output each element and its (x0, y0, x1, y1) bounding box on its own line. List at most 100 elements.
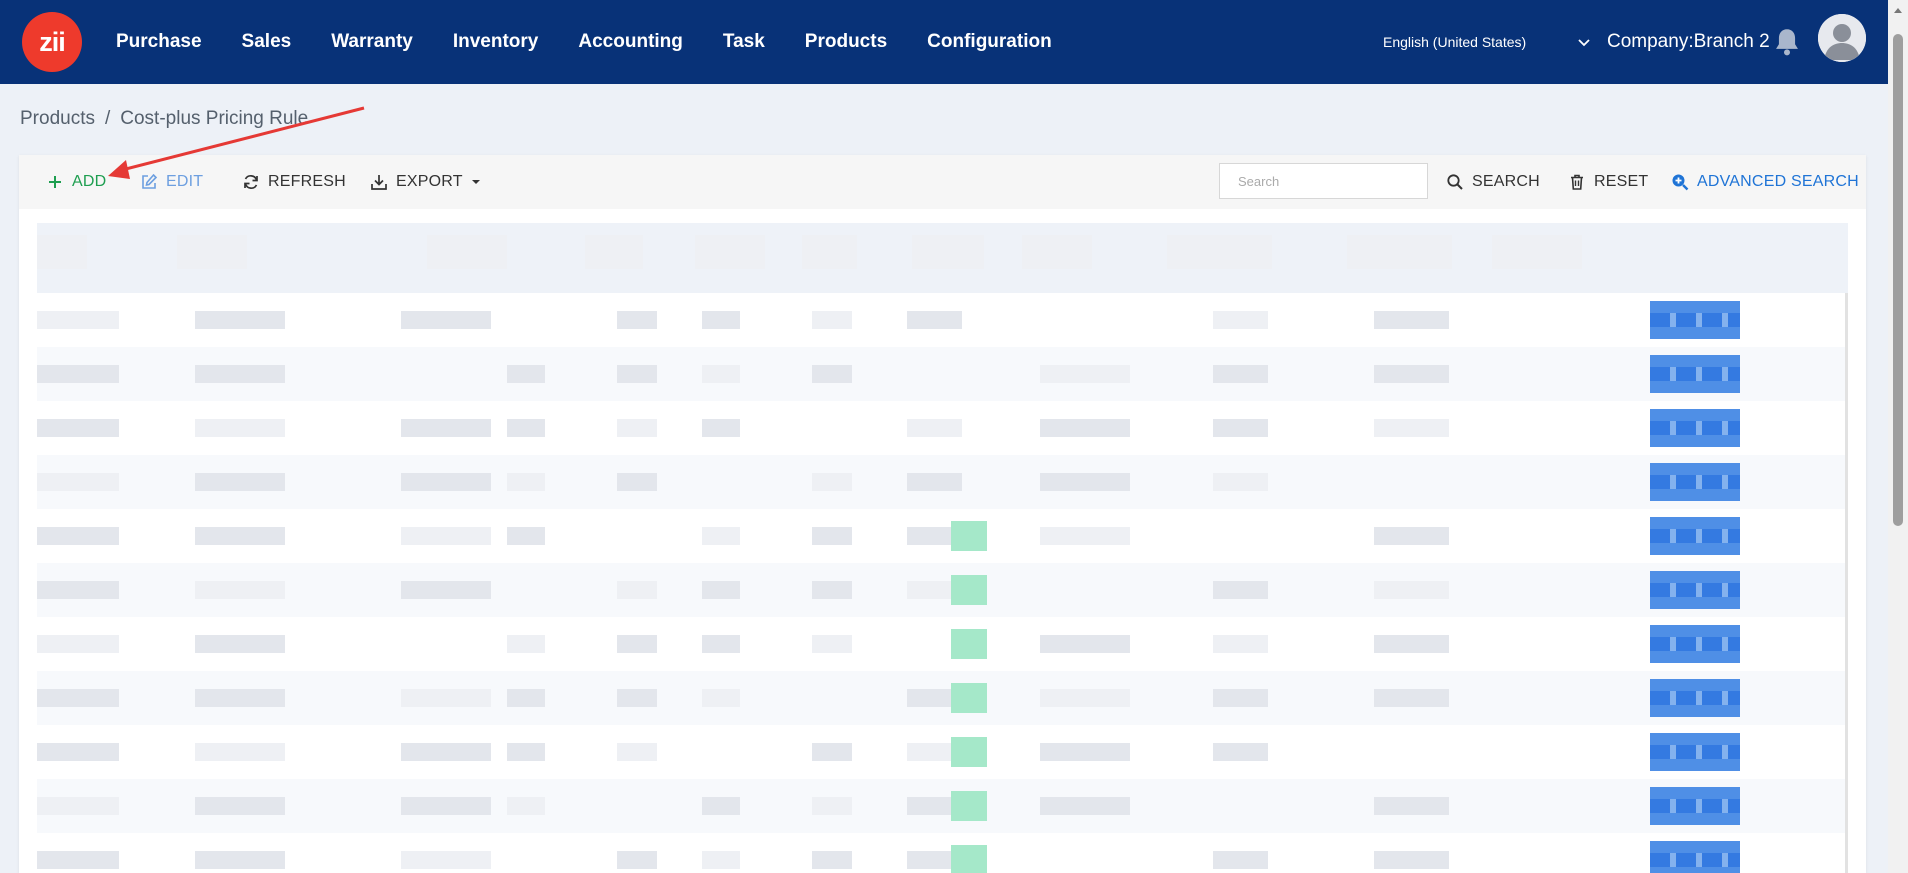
obscured-cell (401, 689, 491, 707)
reset-button-label: RESET (1594, 173, 1649, 190)
table-row[interactable] (37, 779, 1848, 833)
row-edit-button[interactable] (1650, 841, 1740, 873)
table-row[interactable] (37, 617, 1848, 671)
row-edit-button[interactable] (1650, 625, 1740, 663)
obscured-cell (1213, 689, 1268, 707)
reset-button[interactable]: RESET (1568, 155, 1648, 209)
nav-item-configuration[interactable]: Configuration (927, 31, 1052, 53)
nav-item-accounting[interactable]: Accounting (578, 31, 683, 53)
edit-button[interactable]: EDIT (140, 155, 203, 209)
obscured-cell (1374, 419, 1449, 437)
row-edit-button[interactable] (1650, 301, 1740, 339)
row-edit-button[interactable] (1650, 409, 1740, 447)
advanced-search-button[interactable]: ADVANCED SEARCH (1671, 155, 1859, 209)
table-row[interactable] (37, 347, 1848, 401)
breadcrumb-products[interactable]: Products (20, 108, 95, 130)
row-edit-button[interactable] (1650, 679, 1740, 717)
table-row[interactable] (37, 671, 1848, 725)
status-badge (951, 521, 987, 551)
user-avatar[interactable] (1818, 14, 1866, 62)
nav-item-warranty[interactable]: Warranty (331, 31, 413, 53)
page-scrollbar[interactable] (1888, 0, 1908, 873)
obscured-cell (702, 527, 740, 545)
trash-icon (1571, 174, 1583, 190)
table-row[interactable] (37, 509, 1848, 563)
obscured-cell (617, 851, 657, 869)
table-row[interactable] (37, 401, 1848, 455)
obscured-cell (507, 419, 545, 437)
obscured-cell (195, 365, 285, 383)
table-scrollbar[interactable] (1845, 293, 1848, 873)
nav-item-inventory[interactable]: Inventory (453, 31, 539, 53)
toolbar: ADD EDIT REFRESH EXPORT Search SEARCH RE… (19, 155, 1866, 209)
obscured-cell (195, 419, 285, 437)
table-row[interactable] (37, 833, 1848, 873)
obscured-cell (812, 797, 852, 815)
table-row[interactable] (37, 563, 1848, 617)
row-edit-button[interactable] (1650, 463, 1740, 501)
language-select[interactable]: English (United States) (1383, 0, 1526, 84)
obscured-cell (702, 419, 740, 437)
obscured-cell (195, 581, 285, 599)
caret-down-icon (471, 180, 480, 184)
row-edit-button[interactable] (1650, 517, 1740, 555)
obscured-cell (702, 635, 740, 653)
obscured-cell (702, 311, 740, 329)
obscured-cell (617, 689, 657, 707)
nav-item-purchase[interactable]: Purchase (116, 31, 202, 53)
obscured-cell (507, 473, 545, 491)
table-row[interactable] (37, 725, 1848, 779)
status-badge (951, 791, 987, 821)
chevron-down-icon[interactable] (1574, 32, 1594, 52)
bell-icon[interactable] (1773, 27, 1801, 57)
refresh-button-label: REFRESH (268, 173, 346, 190)
table-header (37, 223, 1848, 293)
add-button[interactable]: ADD (46, 155, 106, 209)
obscured-cell (1040, 797, 1130, 815)
nav-item-task[interactable]: Task (723, 31, 765, 53)
obscured-cell (195, 311, 285, 329)
search-icon (1447, 174, 1463, 190)
status-badge (951, 629, 987, 659)
obscured-cell (702, 797, 740, 815)
obscured-cell (812, 365, 852, 383)
obscured-cell (37, 635, 119, 653)
search-input[interactable] (1219, 163, 1428, 199)
zoom-plus-icon (1672, 174, 1689, 191)
nav-item-products[interactable]: Products (805, 31, 887, 53)
row-edit-button[interactable] (1650, 733, 1740, 771)
obscured-cell (195, 743, 285, 761)
obscured-cell (1374, 365, 1449, 383)
row-edit-button[interactable] (1650, 787, 1740, 825)
obscured-cell (37, 851, 119, 869)
obscured-cell (1213, 365, 1268, 383)
obscured-cell (507, 635, 545, 653)
nav-item-sales[interactable]: Sales (242, 31, 292, 53)
obscured-cell (1040, 743, 1130, 761)
refresh-button[interactable]: REFRESH (242, 155, 346, 209)
obscured-cell (617, 581, 657, 599)
obscured-cell (195, 527, 285, 545)
obscured-cell (37, 473, 119, 491)
obscured-cell (507, 689, 545, 707)
zii-logo[interactable]: zii (22, 12, 82, 72)
obscured-cell (37, 527, 119, 545)
obscured-cell (1374, 797, 1449, 815)
scrollbar-thumb[interactable] (1893, 34, 1903, 526)
obscured-cell (617, 635, 657, 653)
obscured-cell (401, 311, 491, 329)
row-edit-button[interactable] (1650, 571, 1740, 609)
table-row[interactable] (37, 455, 1848, 509)
company-branch-label[interactable]: Company:Branch 2 (1607, 0, 1770, 84)
export-dropdown-button[interactable]: EXPORT (370, 155, 481, 209)
obscured-cell (617, 419, 657, 437)
obscured-cell (617, 311, 657, 329)
obscured-cell (812, 743, 852, 761)
table-row[interactable] (37, 293, 1848, 347)
content-card: ADD EDIT REFRESH EXPORT Search SEARCH RE… (19, 155, 1866, 873)
obscured-cell (1213, 419, 1268, 437)
obscured-cell (702, 581, 740, 599)
row-edit-button[interactable] (1650, 355, 1740, 393)
search-button[interactable]: SEARCH (1446, 155, 1540, 209)
obscured-cell (1040, 365, 1130, 383)
